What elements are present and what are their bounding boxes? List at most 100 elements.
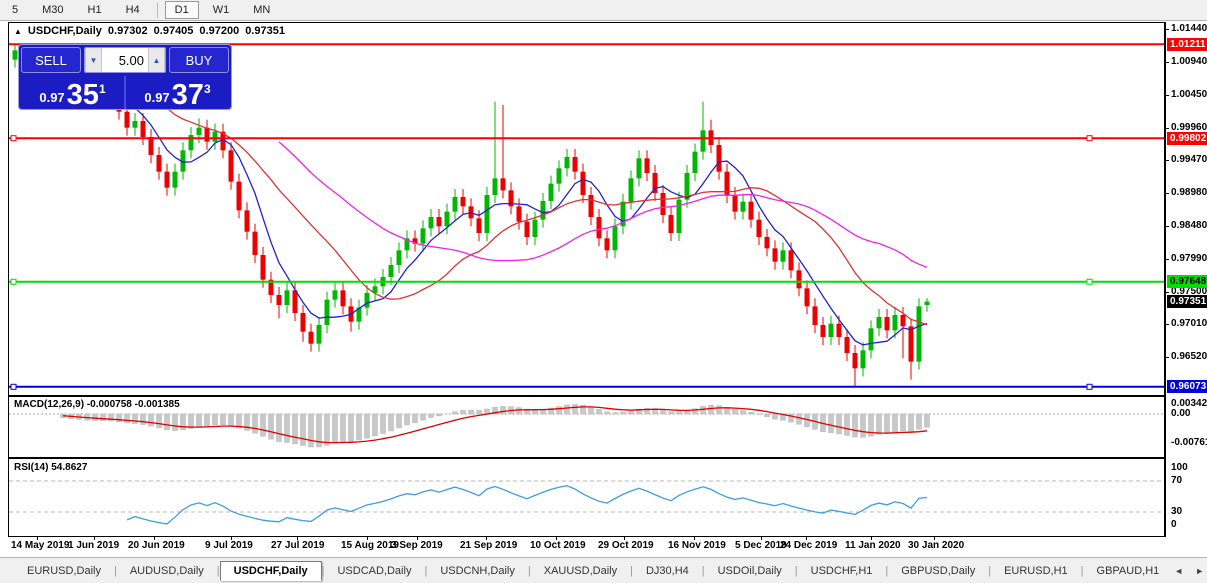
chart-title: ▲ USDCHF,Daily 0.97302 0.97405 0.97200 0… [14, 25, 285, 37]
timeframe-button-mn[interactable]: MN [243, 1, 280, 19]
symbol-period-label: USDCHF,Daily [28, 25, 102, 37]
time-axis[interactable]: 14 May 20191 Jun 2019 20 Jun 2019 9 Jul 20… [8, 537, 1165, 556]
price-tick-mark [1166, 226, 1169, 227]
ohlc-high: 0.97405 [154, 25, 194, 37]
rsi-line [127, 486, 927, 524]
price-tick-mark [1166, 324, 1169, 325]
line-handle [11, 279, 16, 284]
line-handle [1087, 279, 1092, 284]
buy-price[interactable]: 0.97 37 3 [126, 76, 229, 109]
rsi-label: RSI(14) 54.8627 [14, 462, 87, 473]
one-click-trading-panel: SELL ▼ ▲ BUY 0.97 35 1 0.97 37 3 [18, 44, 232, 110]
price-tick-mark [1166, 95, 1169, 96]
chart-tab-dj30-h4[interactable]: DJ30,H4 [633, 562, 702, 580]
chart-tab-audusd-daily[interactable]: AUDUSD,Daily [117, 562, 217, 580]
chart-tab-gbpusd-daily[interactable]: GBPUSD,Daily [888, 562, 988, 580]
rsi-axis-0: 0 [1171, 519, 1177, 530]
app-root: 5M30 H1H4 D1W1MN ▲ USDCHF,Daily 0.97302 0.… [0, 0, 1207, 583]
buy-button[interactable]: BUY [169, 47, 229, 73]
time-tick-label: 29 Oct 2019 [598, 540, 654, 551]
price-tick-mark [1166, 160, 1169, 161]
price-tick-label: 1.01440 [1171, 23, 1207, 35]
timeframe-button-d1[interactable]: D1 [165, 1, 199, 19]
line-handle [1087, 136, 1092, 141]
chart-tab-usdcnh-daily[interactable]: USDCNH,Daily [427, 562, 528, 580]
ma-line-slow [279, 142, 927, 268]
time-tick-label: 9 Jul 2019 [205, 540, 253, 551]
buy-price-base: 0.97 [144, 90, 169, 105]
price-axis[interactable]: 1.014401.009401.004500.999600.994700.989… [1165, 22, 1207, 537]
horizontal-line-0.96073[interactable] [9, 384, 1164, 389]
price-level-badge: 0.99802 [1167, 132, 1207, 145]
sell-button[interactable]: SELL [21, 47, 81, 73]
collapse-arrow-icon[interactable]: ▲ [14, 27, 22, 36]
price-level-badge: 0.96073 [1167, 380, 1207, 393]
price-tick-mark [1166, 29, 1169, 30]
price-tick-mark [1166, 62, 1169, 63]
price-level-badge: 1.01211 [1167, 38, 1207, 51]
price-tick-label: 0.99470 [1171, 154, 1207, 166]
price-tick-label: 0.97010 [1171, 318, 1207, 330]
scroll-left-icon[interactable]: ◄ [1172, 564, 1185, 578]
sell-price-base: 0.97 [39, 90, 64, 105]
timeframe-button-h1[interactable]: H1 [78, 1, 112, 19]
timeframe-button-w1[interactable]: W1 [203, 1, 240, 19]
buy-price-pip: 3 [204, 82, 211, 96]
chart-tab-usdcad-daily[interactable]: USDCAD,Daily [324, 562, 424, 580]
toolbar-separator [157, 3, 158, 18]
price-tick-label: 1.00940 [1171, 56, 1207, 68]
time-tick-label: 24 Dec 2019 [780, 540, 837, 551]
time-tick-label: 16 Nov 2019 [668, 540, 726, 551]
time-tick-label: 20 Jun 2019 [128, 540, 185, 551]
price-tick-label: 0.97990 [1171, 253, 1207, 265]
buy-price-big: 37 [172, 82, 204, 108]
macd-label: MACD(12,26,9) -0.000758 -0.001385 [14, 399, 180, 410]
ma-line-mid [151, 94, 927, 324]
volume-input[interactable] [102, 48, 148, 72]
chart-tab-xauusd-daily[interactable]: XAUUSD,Daily [531, 562, 630, 580]
rsi-panel-plot[interactable] [9, 459, 1164, 536]
scroll-right-icon[interactable]: ► [1193, 564, 1206, 578]
chart-tab-bar: EURUSD,Daily|AUDUSD,Daily|USDCHF,Daily|U… [0, 557, 1207, 583]
volume-stepper: ▼ ▲ [84, 47, 166, 73]
sell-price-pip: 1 [99, 82, 106, 96]
price-tick-label: 0.98480 [1171, 220, 1207, 232]
price-tick-mark [1166, 193, 1169, 194]
chart-tab-eurusd-h1[interactable]: EURUSD,H1 [991, 562, 1081, 580]
time-tick-label: 30 Jan 2020 [908, 540, 964, 551]
chart-tab-gbpaud-h1[interactable]: GBPAUD,H1 [1084, 562, 1173, 580]
volume-decrease-button[interactable]: ▼ [85, 48, 102, 72]
current-price-badge: 0.97351 [1167, 295, 1207, 308]
timeframe-button-5[interactable]: 5 [2, 1, 28, 19]
price-tick-mark [1166, 259, 1169, 260]
tab-scroll-arrows: ◄► [1172, 564, 1206, 578]
macd-panel-plot[interactable] [9, 397, 1164, 457]
price-level-badge: 0.97648 [1167, 275, 1207, 288]
timeframe-toolbar: 5M30 H1H4 D1W1MN [0, 0, 1207, 21]
price-tick-mark [1166, 357, 1169, 358]
chart-tab-usdchf-h1[interactable]: USDCHF,H1 [798, 562, 886, 580]
chart-tab-eurusd-daily[interactable]: EURUSD,Daily [14, 562, 114, 580]
ohlc-open: 0.97302 [108, 25, 148, 37]
price-tick-label: 1.00450 [1171, 89, 1207, 101]
time-tick-label: 11 Jan 2020 [845, 540, 901, 551]
timeframe-button-h4[interactable]: H4 [116, 1, 150, 19]
time-tick-label: 14 May 2019 [11, 540, 69, 551]
time-tick-label: 27 Jul 2019 [271, 540, 324, 551]
time-tick-label: 21 Sep 2019 [460, 540, 517, 551]
time-tick-label: 1 Jun 2019 [68, 540, 119, 551]
price-tick-label: 0.98980 [1171, 187, 1207, 199]
rsi-axis-30: 30 [1171, 506, 1182, 517]
timeframe-button-m30[interactable]: M30 [32, 1, 73, 19]
macd-histogram-layer [61, 404, 930, 446]
time-tick-label: 5 Dec 2019 [735, 540, 787, 551]
sell-price[interactable]: 0.97 35 1 [21, 76, 124, 109]
chart-tab-usdchf-daily[interactable]: USDCHF,Daily [220, 561, 322, 581]
chart-tab-usdoil-daily[interactable]: USDOil,Daily [705, 562, 795, 580]
macd-axis-min: -0.00761 [1171, 437, 1207, 448]
horizontal-line-0.97648[interactable] [9, 279, 1164, 284]
price-tick-mark [1166, 292, 1169, 293]
volume-increase-button[interactable]: ▲ [148, 48, 165, 72]
sell-price-big: 35 [67, 82, 99, 108]
horizontal-line-0.99802[interactable] [9, 136, 1164, 141]
